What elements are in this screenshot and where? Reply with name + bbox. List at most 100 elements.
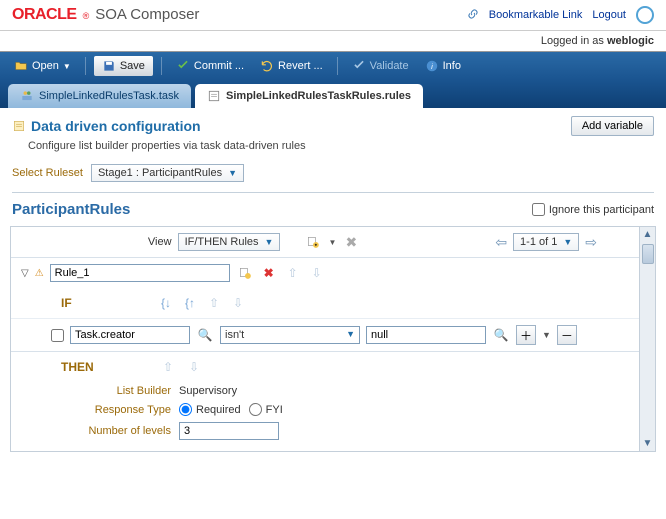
save-label: Save bbox=[120, 60, 145, 72]
rules-toolbar: View IF/THEN Rules ▼ ✦ ▼ ✖ ⇦ 1-1 of 1 ▼ … bbox=[11, 227, 655, 258]
validate-label: Validate bbox=[370, 60, 409, 72]
warning-icon[interactable]: ⚠ bbox=[35, 268, 44, 279]
ignore-participant[interactable]: Ignore this participant bbox=[532, 203, 654, 216]
select-ruleset-dropdown[interactable]: Stage1 : ParticipantRules ▼ bbox=[91, 164, 244, 182]
ignore-label: Ignore this participant bbox=[549, 204, 654, 216]
move-up-button[interactable]: ⇧ bbox=[284, 265, 302, 281]
page-prev-icon[interactable]: ⇦ bbox=[493, 234, 509, 251]
revert-label: Revert ... bbox=[278, 60, 323, 72]
content: Data driven configuration Add variable C… bbox=[0, 108, 666, 452]
rules-header: ParticipantRules Ignore this participant bbox=[0, 193, 666, 222]
main-toolbar: Open ▼ Save Commit ... Revert ... Valida… bbox=[0, 52, 666, 80]
delete-cond-button[interactable]: ✖ bbox=[260, 265, 278, 281]
logout-link[interactable]: Logout bbox=[592, 9, 626, 21]
section-title-text: Data driven configuration bbox=[31, 118, 201, 134]
chevron-down-icon: ▼ bbox=[265, 237, 274, 247]
tab-rules[interactable]: SimpleLinkedRulesTaskRules.rules bbox=[195, 84, 423, 108]
rules-title: ParticipantRules bbox=[12, 201, 130, 218]
levels-input[interactable] bbox=[179, 422, 279, 440]
add-cond-button[interactable]: ＋ bbox=[516, 325, 536, 345]
info-button[interactable]: i Info bbox=[419, 56, 467, 76]
select-ruleset-row: Select Ruleset Stage1 : ParticipantRules… bbox=[0, 160, 666, 186]
chevron-down-icon: ▼ bbox=[228, 168, 237, 178]
radio-fyi[interactable] bbox=[249, 403, 262, 416]
new-cond-button[interactable] bbox=[236, 265, 254, 281]
toolbar-sep bbox=[161, 57, 162, 75]
view-value: IF/THEN Rules bbox=[185, 236, 259, 248]
cond-checkbox[interactable] bbox=[51, 329, 64, 342]
delete-rule-button[interactable]: ✖ bbox=[342, 234, 360, 250]
save-button[interactable]: Save bbox=[94, 56, 153, 76]
tab-rules-label: SimpleLinkedRulesTaskRules.rules bbox=[226, 90, 411, 102]
response-required-radio[interactable]: Required bbox=[179, 403, 241, 416]
svg-text:✦: ✦ bbox=[314, 243, 318, 248]
select-ruleset-label: Select Ruleset bbox=[12, 167, 83, 179]
search-field-icon[interactable]: 🔍 bbox=[196, 327, 214, 343]
tab-task[interactable]: SimpleLinkedRulesTask.task bbox=[8, 84, 191, 108]
add-pattern-button[interactable]: {↓ bbox=[157, 295, 175, 311]
radio-required[interactable] bbox=[179, 403, 192, 416]
response-type-label: Response Type bbox=[71, 404, 171, 416]
levels-label: Number of levels bbox=[71, 425, 171, 437]
page-next-icon[interactable]: ⇨ bbox=[583, 234, 599, 251]
oracle-o-icon[interactable] bbox=[636, 6, 654, 24]
chevron-down-icon[interactable]: ▼ bbox=[328, 238, 336, 247]
scroll-thumb[interactable] bbox=[642, 244, 654, 264]
ignore-checkbox[interactable] bbox=[532, 203, 545, 216]
section-header: Data driven configuration Add variable bbox=[0, 108, 666, 140]
if-up-button[interactable]: ⇧ bbox=[205, 295, 223, 311]
view-dropdown[interactable]: IF/THEN Rules ▼ bbox=[178, 233, 281, 251]
open-button[interactable]: Open ▼ bbox=[8, 56, 77, 76]
cond-op-value: isn't bbox=[225, 329, 244, 341]
cond-op-dropdown[interactable]: isn't ▼ bbox=[220, 326, 360, 344]
condition-row: 🔍 isn't ▼ 🔍 ＋ ▼ － bbox=[11, 318, 655, 352]
info-label: Info bbox=[443, 60, 461, 72]
top-links: Bookmarkable Link Logout bbox=[467, 6, 654, 24]
required-label: Required bbox=[196, 404, 241, 416]
collapse-icon[interactable]: ▽ bbox=[21, 268, 29, 279]
remove-cond-button[interactable]: － bbox=[557, 325, 577, 345]
bookmark-link[interactable]: Bookmarkable Link bbox=[489, 9, 583, 21]
then-down-button[interactable]: ⇩ bbox=[185, 359, 203, 375]
link-icon bbox=[467, 8, 479, 23]
search-val-icon[interactable]: 🔍 bbox=[492, 327, 510, 343]
revert-button[interactable]: Revert ... bbox=[254, 56, 329, 76]
section-desc: Configure list builder properties via ta… bbox=[0, 140, 666, 160]
cond-field-input[interactable] bbox=[70, 326, 190, 344]
logged-in-prefix: Logged in as bbox=[541, 35, 607, 47]
validate-button[interactable]: Validate bbox=[346, 56, 415, 76]
response-fyi-radio[interactable]: FYI bbox=[249, 403, 283, 416]
cond-val-input[interactable] bbox=[366, 326, 486, 344]
pager: ⇦ 1-1 of 1 ▼ ⇨ bbox=[493, 233, 599, 251]
levels-row: Number of levels bbox=[11, 419, 655, 443]
if-down-button[interactable]: ⇩ bbox=[229, 295, 247, 311]
chevron-down-icon[interactable]: ▼ bbox=[542, 330, 551, 340]
then-label: THEN bbox=[31, 356, 151, 378]
tab-bar: SimpleLinkedRulesTask.task SimpleLinkedR… bbox=[0, 80, 666, 108]
scrollbar[interactable]: ▲ ▼ bbox=[639, 227, 655, 451]
brand-sup: ® bbox=[83, 11, 90, 21]
list-builder-label: List Builder bbox=[71, 385, 171, 397]
select-ruleset-value: Stage1 : ParticipantRules bbox=[98, 167, 222, 179]
fyi-label: FYI bbox=[266, 404, 283, 416]
add-test-button[interactable]: {↑ bbox=[181, 295, 199, 311]
brand: ORACLE® SOA Composer bbox=[12, 6, 199, 24]
scroll-up-icon[interactable]: ▲ bbox=[641, 227, 655, 242]
rules-panel: View IF/THEN Rules ▼ ✦ ▼ ✖ ⇦ 1-1 of 1 ▼ … bbox=[10, 226, 656, 452]
commit-label: Commit ... bbox=[194, 60, 244, 72]
section-title: Data driven configuration bbox=[12, 118, 201, 134]
toolbar-sep bbox=[337, 57, 338, 75]
move-down-button[interactable]: ⇩ bbox=[308, 265, 326, 281]
page-dropdown[interactable]: 1-1 of 1 ▼ bbox=[513, 233, 579, 251]
then-header: THEN ⇧ ⇩ bbox=[11, 352, 655, 382]
chevron-down-icon: ▼ bbox=[346, 329, 355, 341]
new-rule-button[interactable]: ✦ bbox=[304, 234, 322, 250]
list-builder-value: Supervisory bbox=[179, 385, 237, 397]
add-variable-button[interactable]: Add variable bbox=[571, 116, 654, 136]
scroll-down-icon[interactable]: ▼ bbox=[641, 436, 655, 451]
view-label: View bbox=[148, 236, 172, 248]
rule-row: ▽ ⚠ ✖ ⇧ ⇩ bbox=[11, 258, 655, 288]
then-up-button[interactable]: ⇧ bbox=[159, 359, 177, 375]
rule-name-input[interactable] bbox=[50, 264, 230, 282]
commit-button[interactable]: Commit ... bbox=[170, 56, 250, 76]
